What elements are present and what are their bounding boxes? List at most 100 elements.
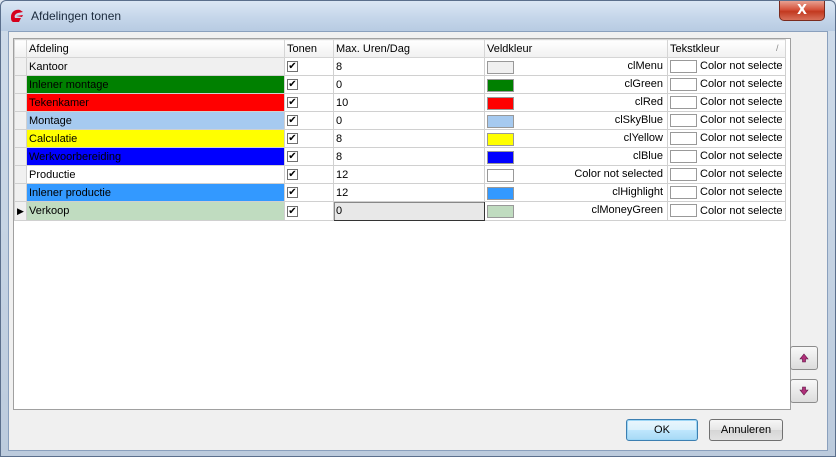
- move-up-button[interactable]: [790, 346, 818, 370]
- tonen-checkbox[interactable]: ✔: [287, 79, 298, 91]
- veldkleur-swatch: [487, 150, 514, 164]
- table-row[interactable]: Inlener montage ✔ 0 clGreen Color not select…: [14, 75, 786, 94]
- tonen-checkbox[interactable]: ✔: [287, 187, 298, 199]
- tonen-checkbox[interactable]: ✔: [287, 151, 298, 163]
- cell-max-uren[interactable]: 8: [333, 129, 485, 148]
- cell-veldkleur[interactable]: clBlue: [484, 147, 668, 166]
- tonen-checkbox[interactable]: ✔: [287, 169, 298, 181]
- tekstkleur-name: Color not selecte: [700, 78, 783, 91]
- row-indicator[interactable]: [14, 165, 27, 184]
- cell-tekstkleur[interactable]: Color not selecte: [667, 201, 786, 221]
- dialog-client: Afdeling Tonen Max. Uren/Dag Veldkleur T…: [8, 31, 828, 451]
- cell-afdeling[interactable]: Inlener productie: [26, 183, 285, 202]
- dialog-window: Afdelingen tonen X Afdeling Tonen Max. U…: [0, 0, 836, 457]
- cell-afdeling[interactable]: Kantoor: [26, 57, 285, 76]
- tekstkleur-name: Color not selecte: [700, 204, 783, 217]
- cell-tekstkleur[interactable]: Color not selecte: [667, 57, 786, 76]
- cell-max-uren[interactable]: 8: [333, 147, 485, 166]
- header-max-uren[interactable]: Max. Uren/Dag: [333, 39, 485, 58]
- table-row[interactable]: Calculatie ✔ 8 clYellow Color not selecte: [14, 129, 786, 148]
- cell-max-uren[interactable]: 0: [333, 201, 485, 221]
- cell-afdeling[interactable]: Verkoop: [26, 201, 285, 221]
- title-bar[interactable]: Afdelingen tonen X: [1, 1, 835, 31]
- tekstkleur-swatch: [670, 185, 697, 199]
- tonen-checkbox[interactable]: ✔: [287, 61, 298, 73]
- cell-tonen: ✔: [284, 111, 334, 130]
- cell-veldkleur[interactable]: clRed: [484, 93, 668, 112]
- cell-tekstkleur[interactable]: Color not selecte: [667, 129, 786, 148]
- cell-tekstkleur[interactable]: Color not selecte: [667, 183, 786, 202]
- tonen-checkbox[interactable]: ✔: [287, 115, 298, 127]
- veldkleur-swatch: [487, 205, 514, 218]
- header-afdeling[interactable]: Afdeling: [26, 39, 285, 58]
- cell-tekstkleur[interactable]: Color not selecte: [667, 147, 786, 166]
- table-row[interactable]: Kantoor ✔ 8 clMenu Color not selecte: [14, 57, 786, 76]
- table-row[interactable]: Inlener productie ✔ 12 clHighlight Color not…: [14, 183, 786, 202]
- row-indicator[interactable]: [14, 147, 27, 166]
- tekstkleur-name: Color not selecte: [700, 96, 783, 109]
- cell-max-uren[interactable]: 0: [333, 75, 485, 94]
- cell-veldkleur[interactable]: clMoneyGreen: [484, 201, 668, 221]
- table-row[interactable]: Productie ✔ 12 Color not selected Color not …: [14, 165, 786, 184]
- cell-veldkleur[interactable]: clHighlight: [484, 183, 668, 202]
- tonen-checkbox[interactable]: ✔: [287, 133, 298, 145]
- cell-veldkleur[interactable]: clGreen: [484, 75, 668, 94]
- close-button[interactable]: X: [779, 1, 825, 21]
- table-row[interactable]: Werkvoorbereiding ✔ 8 clBlue Color not selec…: [14, 147, 786, 166]
- cell-veldkleur[interactable]: Color not selected: [484, 165, 668, 184]
- departments-grid[interactable]: Afdeling Tonen Max. Uren/Dag Veldkleur T…: [13, 38, 791, 410]
- cell-afdeling[interactable]: Inlener montage: [26, 75, 285, 94]
- cell-max-uren[interactable]: 10: [333, 93, 485, 112]
- departments-table: Afdeling Tonen Max. Uren/Dag Veldkleur T…: [14, 39, 786, 221]
- tekstkleur-swatch: [670, 59, 697, 73]
- cell-tekstkleur[interactable]: Color not selecte: [667, 75, 786, 94]
- cell-tekstkleur[interactable]: Color not selecte: [667, 111, 786, 130]
- move-down-button[interactable]: [790, 379, 818, 403]
- header-veldkleur[interactable]: Veldkleur: [484, 39, 668, 58]
- cell-max-uren[interactable]: 12: [333, 183, 485, 202]
- arrow-down-icon: [799, 386, 809, 396]
- veldkleur-name: clGreen: [624, 77, 663, 90]
- cell-afdeling[interactable]: Productie: [26, 165, 285, 184]
- cell-veldkleur[interactable]: clMenu: [484, 57, 668, 76]
- row-indicator[interactable]: [14, 129, 27, 148]
- veldkleur-name: clHighlight: [612, 185, 663, 198]
- row-indicator[interactable]: [14, 75, 27, 94]
- tekstkleur-swatch: [670, 149, 697, 163]
- header-tonen[interactable]: Tonen: [284, 39, 334, 58]
- tonen-checkbox[interactable]: ✔: [287, 97, 298, 109]
- cell-tekstkleur[interactable]: Color not selecte: [667, 165, 786, 184]
- tekstkleur-swatch: [670, 167, 697, 181]
- row-indicator[interactable]: ▶: [14, 201, 27, 221]
- tekstkleur-name: Color not selecte: [700, 132, 783, 145]
- grid-header-row: Afdeling Tonen Max. Uren/Dag Veldkleur T…: [14, 39, 786, 58]
- cell-afdeling[interactable]: Werkvoorbereiding: [26, 147, 285, 166]
- cell-veldkleur[interactable]: clSkyBlue: [484, 111, 668, 130]
- cell-afdeling[interactable]: Tekenkamer: [26, 93, 285, 112]
- row-indicator[interactable]: [14, 183, 27, 202]
- row-indicator[interactable]: [14, 93, 27, 112]
- table-row[interactable]: Montage ✔ 0 clSkyBlue Color not selecte: [14, 111, 786, 130]
- table-row[interactable]: Tekenkamer ✔ 10 clRed Color not selecte: [14, 93, 786, 112]
- cell-max-uren[interactable]: 12: [333, 165, 485, 184]
- ok-button[interactable]: OK: [626, 419, 698, 441]
- cell-max-uren[interactable]: 8: [333, 57, 485, 76]
- cell-veldkleur[interactable]: clYellow: [484, 129, 668, 148]
- cell-tonen: ✔: [284, 57, 334, 76]
- veldkleur-swatch: [487, 132, 514, 146]
- cancel-button[interactable]: Annuleren: [709, 419, 783, 441]
- veldkleur-name: Color not selected: [574, 167, 663, 180]
- table-row[interactable]: ▶ Verkoop ✔ 0 clMoneyGreen Color not selecte: [14, 201, 786, 221]
- window-title: Afdelingen tonen: [31, 9, 122, 23]
- cell-afdeling[interactable]: Calculatie: [26, 129, 285, 148]
- row-indicator[interactable]: [14, 57, 27, 76]
- cell-tonen: ✔: [284, 129, 334, 148]
- veldkleur-name: clBlue: [633, 149, 663, 162]
- cell-tekstkleur[interactable]: Color not selecte: [667, 93, 786, 112]
- cell-afdeling[interactable]: Montage: [26, 111, 285, 130]
- veldkleur-swatch: [487, 168, 514, 182]
- tonen-checkbox[interactable]: ✔: [287, 205, 298, 217]
- row-indicator[interactable]: [14, 111, 27, 130]
- header-tekstkleur[interactable]: Tekstkleur /: [667, 39, 786, 58]
- cell-max-uren[interactable]: 0: [333, 111, 485, 130]
